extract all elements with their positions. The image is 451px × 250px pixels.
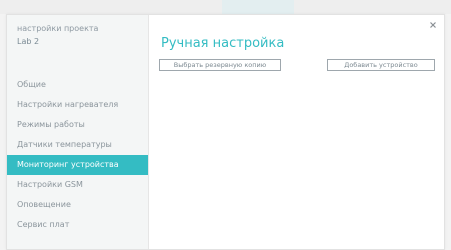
sidebar-item-operating-modes[interactable]: Режимы работы <box>7 115 148 135</box>
sidebar-item-device-monitoring[interactable]: Мониторинг устройства <box>7 155 148 175</box>
sidebar-subtitle: Lab 2 <box>17 37 40 46</box>
main-content: Ручная настройка Выбрать резервную копию… <box>149 15 444 249</box>
background-tab <box>222 0 294 14</box>
sidebar: настройки проекта Lab 2 Общие Настройки … <box>7 15 149 249</box>
select-backup-button[interactable]: Выбрать резервную копию <box>159 59 281 71</box>
close-icon[interactable] <box>429 21 437 29</box>
sidebar-item-temperature-sensors[interactable]: Датчики температуры <box>7 135 148 155</box>
settings-dialog: настройки проекта Lab 2 Общие Настройки … <box>6 14 445 250</box>
add-device-button[interactable]: Добавить устройство <box>327 59 435 71</box>
sidebar-item-notifications[interactable]: Оповещение <box>7 195 148 215</box>
sidebar-nav: Общие Настройки нагревателя Режимы работ… <box>7 75 148 235</box>
sidebar-item-board-service[interactable]: Сервис плат <box>7 215 148 235</box>
sidebar-item-gsm-settings[interactable]: Настройки GSM <box>7 175 148 195</box>
page-title: Ручная настройка <box>161 36 285 51</box>
sidebar-item-general[interactable]: Общие <box>7 75 148 95</box>
sidebar-title: настройки проекта <box>17 24 99 33</box>
sidebar-header: настройки проекта Lab 2 <box>17 24 145 47</box>
sidebar-item-heater-settings[interactable]: Настройки нагревателя <box>7 95 148 115</box>
